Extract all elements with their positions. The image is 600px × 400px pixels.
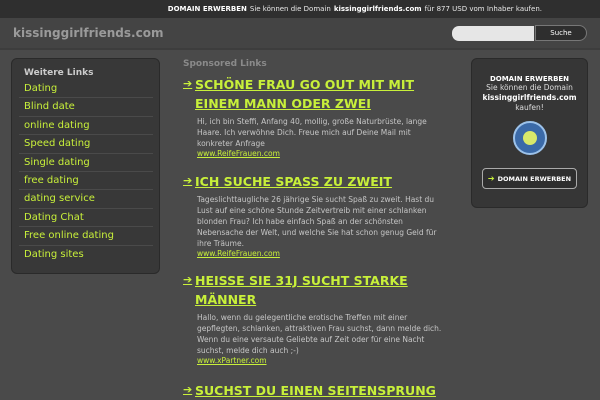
site-name[interactable]: kissinggirlfriends.com — [13, 26, 163, 40]
sponsored-ad: ➔ HEISSE SIE 31J SUCHT STARKE MÄNNER Hall… — [183, 271, 443, 366]
buy-domain-button[interactable]: ➔ DOMAIN ERWERBEN — [482, 168, 577, 189]
domain-purchase-panel: DOMAIN ERWERBEN Sie können die Domain ki… — [471, 58, 588, 208]
domain-purchase-label: DOMAIN ERWERBEN — [167, 5, 247, 13]
ad-url-link[interactable]: www.xPartner.com — [197, 356, 443, 366]
ad-url-link[interactable]: www.ReifeFrauen.com — [197, 149, 443, 159]
related-link[interactable]: dating service — [19, 190, 153, 209]
ad-title-link[interactable]: ➔ ICH SUCHE SPASS ZU ZWEIT — [183, 172, 443, 191]
related-links-list: Dating Blind date online dating Speed da… — [19, 80, 153, 264]
arrow-right-icon: ➔ — [183, 273, 193, 286]
ad-description: Tageslichttaugliche 26 jährige Sie sucht… — [197, 195, 437, 248]
domain-purchase-title: DOMAIN ERWERBEN — [489, 75, 570, 83]
domain-purchase-text: Sie können die Domain — [486, 83, 573, 92]
ad-title-link[interactable]: ➔ HEISSE SIE 31J SUCHT STARKE MÄNNER — [183, 271, 443, 309]
arrow-right-icon: ➔ — [183, 77, 193, 90]
related-link[interactable]: Free online dating — [19, 227, 153, 246]
topbar-text-after: für 877 USD vom Inhaber kaufen. — [424, 5, 542, 13]
related-link[interactable]: Dating sites — [19, 246, 153, 264]
sponsored-ad: ➔ SUCHST DU EINEN SEITENSPRUNG — [183, 381, 443, 400]
search-button[interactable]: Suche — [535, 25, 587, 41]
search-input[interactable] — [452, 26, 534, 41]
sponsored-ad: ➔ SCHÖNE FRAU GO OUT MIT MIT EINEM MANN O… — [183, 75, 443, 159]
ad-url-link[interactable]: www.ReifeFrauen.com — [197, 249, 443, 259]
related-links-panel: Weitere Links Dating Blind date online d… — [11, 58, 160, 274]
related-link[interactable]: Dating — [19, 80, 153, 99]
domain-purchase-text: kaufen! — [515, 103, 544, 112]
ad-title-line: ICH SUCHE SPASS ZU ZWEIT — [195, 174, 392, 189]
related-link[interactable]: Blind date — [19, 98, 153, 117]
related-link[interactable]: online dating — [19, 117, 153, 136]
top-bar: DOMAIN ERWERBEN Sie können die Domain ki… — [0, 0, 600, 18]
ad-title-line: SUCHST DU EINEN SEITENSPRUNG — [195, 383, 436, 398]
related-link[interactable]: Dating Chat — [19, 209, 153, 228]
domain-purchase-domain: kissinggirlfriends.com — [482, 93, 577, 102]
buy-domain-label: DOMAIN ERWERBEN — [497, 174, 572, 183]
topbar-text-before: Sie können die Domain — [249, 5, 331, 13]
ad-title-line: EINEM MANN ODER ZWEI — [195, 96, 371, 111]
ad-description: Hallo, wenn du gelegentliche erotische T… — [197, 313, 442, 355]
header: kissinggirlfriends.com Suche — [0, 18, 600, 48]
sponsored-ad: ➔ ICH SUCHE SPASS ZU ZWEIT Tageslichttau… — [183, 172, 443, 259]
ad-description: Hi, ich bin Steffi, Anfang 40, mollig, g… — [197, 117, 427, 148]
arrow-right-icon: ➔ — [487, 174, 495, 183]
header-divider — [0, 48, 600, 50]
sponsored-links-label: Sponsored Links — [183, 59, 267, 69]
trust-seal-icon — [512, 121, 547, 155]
topbar-domain: kissinggirlfriends.com — [333, 5, 422, 13]
related-link[interactable]: Single dating — [19, 154, 153, 172]
related-link[interactable]: Speed dating — [19, 135, 153, 154]
ad-title-line: HEISSE SIE 31J SUCHT STARKE — [195, 273, 408, 288]
arrow-right-icon: ➔ — [183, 383, 193, 396]
related-links-title: Weitere Links — [24, 68, 94, 78]
arrow-right-icon: ➔ — [183, 174, 193, 187]
ad-title-line: MÄNNER — [195, 292, 257, 307]
ad-title-link[interactable]: ➔ SUCHST DU EINEN SEITENSPRUNG — [183, 381, 443, 400]
related-link[interactable]: free dating — [19, 172, 153, 191]
ad-title-line: SCHÖNE FRAU GO OUT MIT MIT — [195, 77, 415, 92]
ad-title-link[interactable]: ➔ SCHÖNE FRAU GO OUT MIT MIT EINEM MANN O… — [183, 75, 443, 113]
